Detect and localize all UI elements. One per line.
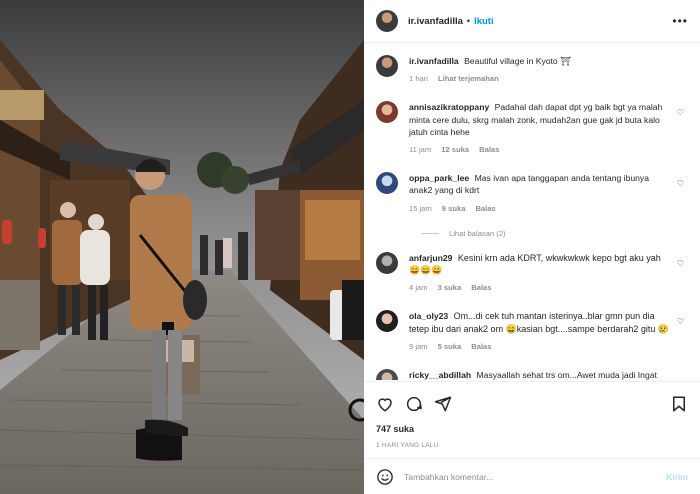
caption-time[interactable]: 1 hari xyxy=(409,73,428,85)
follow-button[interactable]: Ikuti xyxy=(474,16,494,27)
caption-body: ir.ivanfadilla Beautiful village in Kyot… xyxy=(409,55,673,85)
reply-button[interactable]: Balas xyxy=(471,341,491,353)
comment-item: ricky__abdillah Masyaallah sehat trs om.… xyxy=(376,369,688,380)
heart-icon[interactable]: ♡ xyxy=(677,108,684,117)
comment-item: anfarjun29 Kesini krn ada KDRT, wkwkwkwk… xyxy=(376,251,688,295)
comment-likes[interactable]: 9 suka xyxy=(442,203,466,215)
comment-item: oppa_park_lee Mas ivan apa tanggapan and… xyxy=(376,172,688,215)
header-username[interactable]: ir.ivanfadilla xyxy=(408,16,463,27)
comment-body: ola_oly23 Om...di cek tuh mantan isterin… xyxy=(409,310,673,353)
comments-list[interactable]: ir.ivanfadilla Beautiful village in Kyot… xyxy=(364,43,700,380)
comment-body: ricky__abdillah Masyaallah sehat trs om.… xyxy=(409,369,673,380)
post-modal: ir.ivanfadilla • Ikuti ••• ir.ivanfadill… xyxy=(0,0,700,494)
comment-username[interactable]: ola_oly23 xyxy=(409,311,448,321)
likes-count[interactable]: 747 suka xyxy=(376,424,688,434)
comment-meta: 4 jam 3 suka Balas xyxy=(409,282,673,294)
comment-likes[interactable]: 5 suka xyxy=(438,341,462,353)
emoji-icon[interactable] xyxy=(376,468,394,486)
comment-body: anfarjun29 Kesini krn ada KDRT, wkwkwkwk… xyxy=(409,252,673,295)
share-icon[interactable] xyxy=(434,395,452,413)
comment-username[interactable]: ricky__abdillah xyxy=(409,370,471,380)
reply-button[interactable]: Balas xyxy=(479,144,499,156)
post-header: ir.ivanfadilla • Ikuti ••• xyxy=(364,0,700,43)
heart-icon[interactable]: ♡ xyxy=(677,179,684,188)
comment-time[interactable]: 15 jam xyxy=(409,203,432,215)
comment-icon[interactable] xyxy=(405,395,423,413)
comment-likes[interactable]: 3 suka xyxy=(438,282,462,294)
caption-text: Beautiful village in Kyoto ⛩ xyxy=(464,56,572,66)
post-photo[interactable] xyxy=(0,0,364,494)
comment-meta: 9 jam 5 suka Balas xyxy=(409,341,673,353)
separator-dot: • xyxy=(466,16,471,26)
kyoto-street-image xyxy=(0,0,364,494)
replies-divider xyxy=(421,232,439,234)
caption: ir.ivanfadilla Beautiful village in Kyot… xyxy=(376,55,688,85)
caption-username[interactable]: ir.ivanfadilla xyxy=(409,56,459,66)
heart-icon[interactable] xyxy=(376,395,394,413)
comment-username[interactable]: anfarjun29 xyxy=(409,253,452,263)
comment-body: annisazikratoppany Padahal dah dapat dpt… xyxy=(409,101,673,156)
heart-icon[interactable]: ♡ xyxy=(677,259,684,268)
avatar[interactable] xyxy=(376,310,398,333)
avatar[interactable] xyxy=(376,369,398,380)
post-comment-button[interactable]: Kirim xyxy=(666,472,688,482)
comment-item: ola_oly23 Om...di cek tuh mantan isterin… xyxy=(376,310,688,353)
comment-meta: 15 jam 9 suka Balas xyxy=(409,203,673,215)
view-replies[interactable]: Lihat balasan (2) xyxy=(421,229,688,238)
comment-time[interactable]: 9 jam xyxy=(409,341,428,353)
comment-text: Masyaallah sehat trs om...Awet muda jadi… xyxy=(476,370,657,380)
comment-meta: 11 jam 12 suka Balas xyxy=(409,144,673,156)
avatar[interactable] xyxy=(376,172,398,195)
more-options-icon[interactable]: ••• xyxy=(672,14,688,28)
heart-icon[interactable]: ♡ xyxy=(677,317,684,326)
post-date[interactable]: 1 HARI YANG LALU xyxy=(376,442,688,449)
comment-input[interactable] xyxy=(404,471,644,482)
comment-item: annisazikratoppany Padahal dah dapat dpt… xyxy=(376,101,688,156)
comment-text: Om...di cek tuh mantan isterinya..blar g… xyxy=(409,311,670,334)
comment-username[interactable]: annisazikratoppany xyxy=(409,102,489,112)
comment-body: oppa_park_lee Mas ivan apa tanggapan and… xyxy=(409,172,673,215)
reply-button[interactable]: Balas xyxy=(471,282,491,294)
post-actions: 747 suka 1 HARI YANG LALU xyxy=(364,381,700,449)
caption-meta: 1 hari Lihat terjemahan xyxy=(409,73,673,85)
comment-time[interactable]: 4 jam xyxy=(409,282,428,294)
bookmark-icon[interactable] xyxy=(670,395,688,413)
avatar[interactable] xyxy=(376,55,398,77)
comment-likes[interactable]: 12 suka xyxy=(441,144,469,156)
comment-time[interactable]: 11 jam xyxy=(409,144,431,156)
comment-username[interactable]: oppa_park_lee xyxy=(409,173,469,183)
see-translation-link[interactable]: Lihat terjemahan xyxy=(438,73,499,85)
post-side-panel: ir.ivanfadilla • Ikuti ••• ir.ivanfadill… xyxy=(364,0,700,494)
action-icons xyxy=(376,392,688,416)
view-replies-label[interactable]: Lihat balasan (2) xyxy=(449,229,506,238)
avatar[interactable] xyxy=(376,10,398,32)
avatar[interactable] xyxy=(376,101,398,124)
reply-button[interactable]: Balas xyxy=(475,203,495,215)
add-comment-bar: Kirim xyxy=(364,458,700,494)
avatar[interactable] xyxy=(376,251,398,274)
